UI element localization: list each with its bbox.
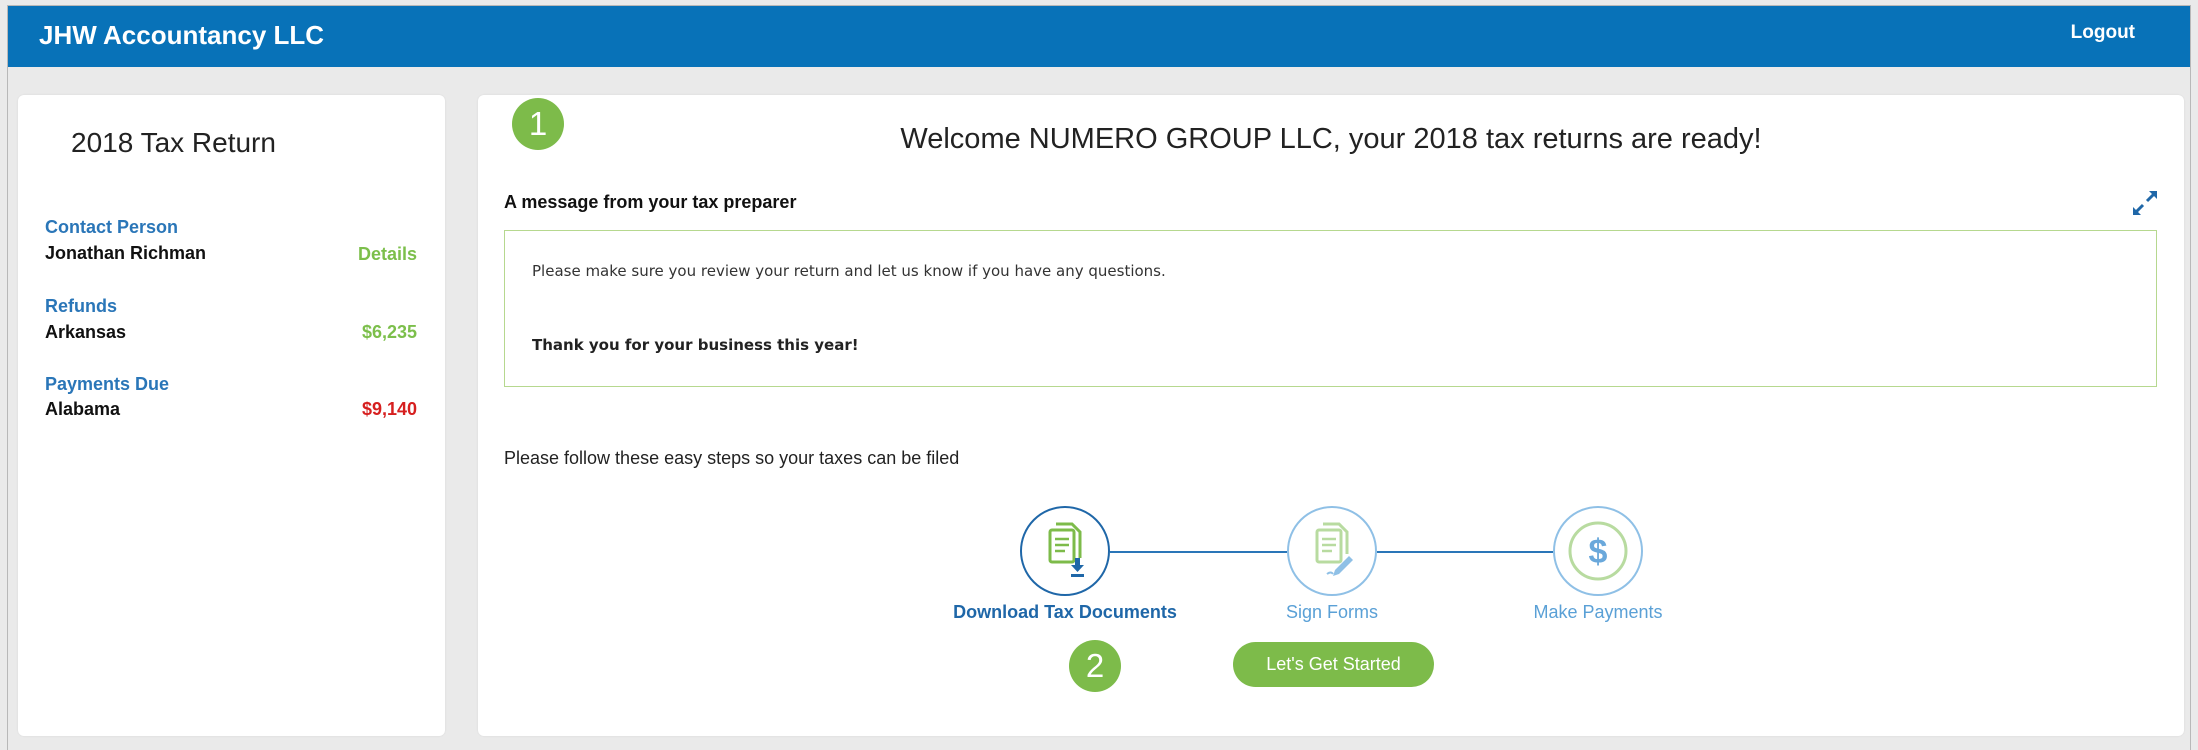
refunds-label: Refunds: [45, 296, 117, 316]
refund-amount: $6,235: [361, 322, 417, 342]
message-heading: A message from your tax preparer: [504, 192, 797, 212]
message-thanks: Thank you for your business this year!: [532, 336, 859, 354]
welcome-text: Welcome NUMERO GROUP LLC, your 2018 tax …: [900, 123, 1762, 155]
expand-icon[interactable]: [2130, 188, 2160, 218]
step-label-payments[interactable]: Make Payments: [1468, 602, 1728, 623]
logout-link[interactable]: Logout: [2071, 22, 2135, 44]
get-started-button[interactable]: Let's Get Started: [1233, 642, 1434, 687]
step-sign-forms-button[interactable]: [1287, 506, 1377, 596]
steps-intro: Please follow these easy steps so your t…: [504, 448, 960, 468]
contact-person-name: Jonathan Richman: [45, 243, 207, 263]
refund-state: Arkansas: [45, 322, 127, 342]
main-panel: 1 Welcome NUMERO GROUP LLC, your 2018 ta…: [478, 95, 2184, 736]
tax-summary-panel: 2018 Tax Return Contact Person Jonathan …: [18, 95, 445, 736]
message-text: Please make sure you review your return …: [532, 262, 1166, 280]
sign-forms-icon: [1315, 522, 1353, 576]
step-badge-2: 2: [1069, 640, 1121, 692]
download-documents-icon: [1048, 522, 1084, 577]
top-bar: JHW Accountancy LLC Logout: [8, 6, 2190, 67]
step-download-button[interactable]: [1020, 506, 1110, 596]
details-link[interactable]: Details: [358, 244, 417, 265]
step-connector-1: [1110, 551, 1287, 553]
payments-due-label: Payments Due: [45, 374, 170, 394]
preparer-message-box: Please make sure you review your return …: [504, 230, 2157, 387]
dollar-icon: $: [1568, 521, 1628, 581]
step-label-sign[interactable]: Sign Forms: [1202, 602, 1462, 623]
step-label-download[interactable]: Download Tax Documents: [935, 602, 1195, 623]
step-connector-2: [1377, 551, 1553, 553]
contact-person-label: Contact Person: [45, 217, 179, 237]
svg-text:$: $: [1589, 533, 1608, 571]
brand-name: JHW Accountancy LLC: [39, 20, 325, 50]
welcome-heading: Welcome NUMERO GROUP LLC, your 2018 tax …: [478, 123, 2184, 156]
payment-state: Alabama: [45, 399, 121, 419]
payment-amount: $9,140: [361, 399, 417, 419]
summary-title: 2018 Tax Return: [71, 127, 276, 158]
step-payments-button[interactable]: $: [1553, 506, 1643, 596]
